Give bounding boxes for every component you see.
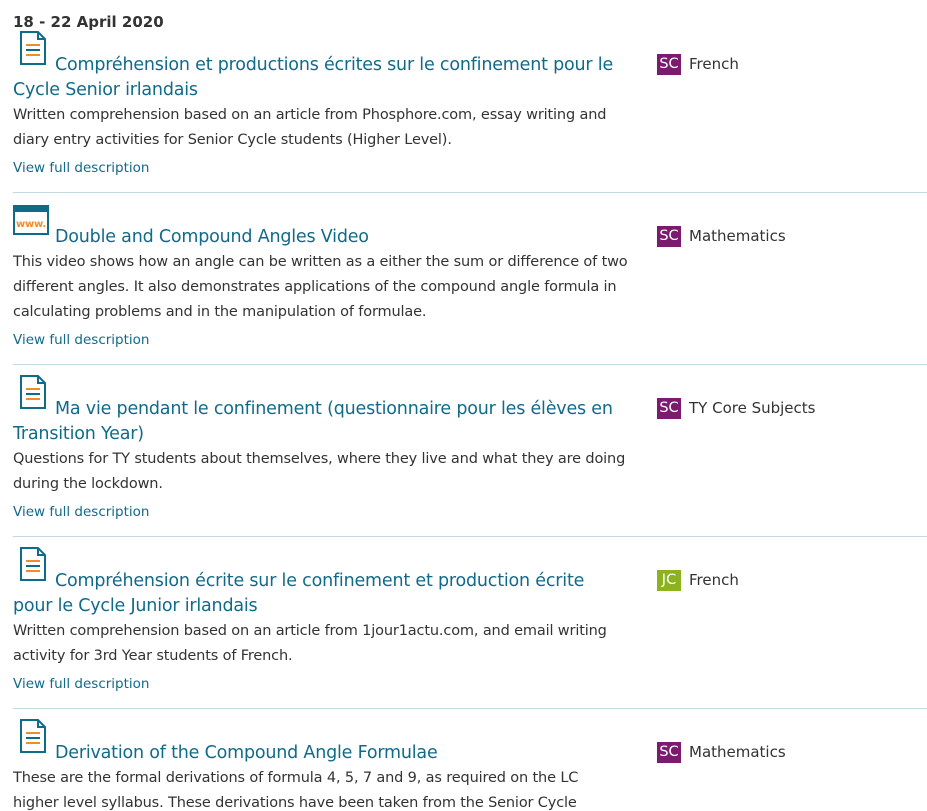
resource-description: This video shows how an angle can be wri… xyxy=(13,254,628,320)
resource-title: Ma vie pendant le confinement (questionn… xyxy=(13,399,613,444)
view-full-description-link[interactable]: View full description xyxy=(13,330,150,350)
resource-main: www. Double and Compound Angles Video Th… xyxy=(13,193,628,350)
subject-label: Mathematics xyxy=(689,743,786,761)
subject-label: Mathematics xyxy=(689,227,786,245)
svg-text:www.: www. xyxy=(16,219,46,230)
resource-meta: SC Mathematics xyxy=(657,742,786,763)
resource-title-link[interactable]: Ma vie pendant le confinement (questionn… xyxy=(13,375,628,447)
document-icon xyxy=(20,719,46,753)
resource-title: Compréhension et productions écrites sur… xyxy=(13,55,614,100)
resource-item: Compréhension et productions écrites sur… xyxy=(13,31,927,193)
resource-meta: SC Mathematics xyxy=(657,226,786,247)
resource-description: These are the formal derivations of form… xyxy=(13,770,579,811)
resource-meta: SC TY Core Subjects xyxy=(657,398,815,419)
level-badge: SC xyxy=(657,742,681,763)
website-icon: www. xyxy=(13,205,49,235)
resource-description: Written comprehension based on an articl… xyxy=(13,623,607,664)
document-icon xyxy=(20,375,46,409)
resource-title-link[interactable]: www. Double and Compound Angles Video xyxy=(13,205,628,250)
subject-label: TY Core Subjects xyxy=(689,399,816,417)
resource-main: Compréhension écrite sur le confinement … xyxy=(13,537,628,694)
document-icon xyxy=(20,547,46,581)
resource-meta: SC French xyxy=(657,54,739,75)
level-badge: JC xyxy=(657,570,681,591)
resource-title-link[interactable]: Compréhension et productions écrites sur… xyxy=(13,31,628,103)
resource-meta: JC French xyxy=(657,570,739,591)
view-full-description-link[interactable]: View full description xyxy=(13,674,150,694)
resource-title-link[interactable]: Compréhension écrite sur le confinement … xyxy=(13,547,628,619)
view-full-description-link[interactable]: View full description xyxy=(13,158,150,178)
resource-description: Questions for TY students about themselv… xyxy=(13,451,626,492)
level-badge: SC xyxy=(657,398,681,419)
resource-item: Ma vie pendant le confinement (questionn… xyxy=(13,365,927,537)
document-icon xyxy=(20,31,46,65)
resource-title-link[interactable]: Derivation of the Compound Angle Formula… xyxy=(13,719,628,766)
view-full-description-link[interactable]: View full description xyxy=(13,502,150,522)
resource-title: Compréhension écrite sur le confinement … xyxy=(13,571,585,616)
resource-main: Derivation of the Compound Angle Formula… xyxy=(13,709,628,811)
resource-title: Derivation of the Compound Angle Formula… xyxy=(55,743,438,763)
resource-item: Compréhension écrite sur le confinement … xyxy=(13,537,927,709)
subject-label: French xyxy=(689,55,739,73)
resource-item: Derivation of the Compound Angle Formula… xyxy=(13,709,927,811)
level-badge: SC xyxy=(657,226,681,247)
resource-main: Ma vie pendant le confinement (questionn… xyxy=(13,365,628,522)
resource-main: Compréhension et productions écrites sur… xyxy=(13,31,628,178)
resource-title: Double and Compound Angles Video xyxy=(55,227,369,247)
level-badge: SC xyxy=(657,54,681,75)
resource-item: www. Double and Compound Angles Video Th… xyxy=(13,193,927,365)
resource-description: Written comprehension based on an articl… xyxy=(13,107,607,148)
subject-label: French xyxy=(689,571,739,589)
